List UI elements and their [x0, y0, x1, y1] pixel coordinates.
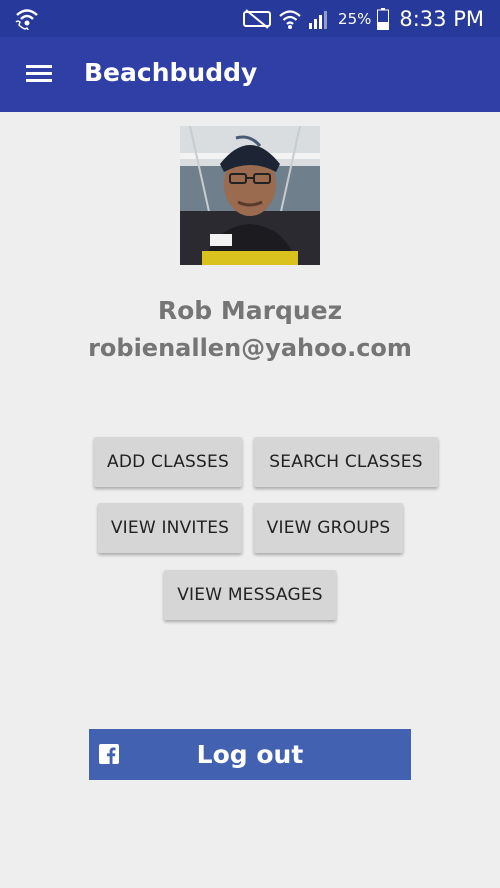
signal-icon: [308, 9, 330, 29]
profile-email: robienallen@yahoo.com: [88, 334, 412, 362]
mute-icon: [242, 8, 272, 29]
profile-name: Rob Marquez: [157, 296, 343, 325]
facebook-logout-button[interactable]: Log out: [89, 729, 411, 780]
add-classes-button[interactable]: ADD CLASSES: [94, 437, 242, 487]
battery-icon: [377, 7, 390, 30]
view-invites-button[interactable]: VIEW INVITES: [98, 503, 242, 553]
app-title: Beachbuddy: [84, 58, 258, 87]
wifi-call-icon: [14, 6, 40, 33]
battery-percentage: 25%: [338, 9, 372, 28]
search-classes-button[interactable]: SEARCH CLASSES: [254, 437, 438, 487]
view-groups-button[interactable]: VIEW GROUPS: [254, 503, 403, 553]
status-bar: 25% 8:33 PM: [0, 0, 500, 37]
status-time: 8:33 PM: [399, 6, 484, 31]
hamburger-menu-icon[interactable]: [26, 65, 52, 83]
view-messages-button[interactable]: VIEW MESSAGES: [164, 570, 336, 620]
profile-avatar: [180, 126, 320, 265]
wifi-icon: [278, 8, 302, 30]
app-bar: Beachbuddy: [0, 37, 500, 112]
logout-label: Log out: [196, 740, 304, 769]
